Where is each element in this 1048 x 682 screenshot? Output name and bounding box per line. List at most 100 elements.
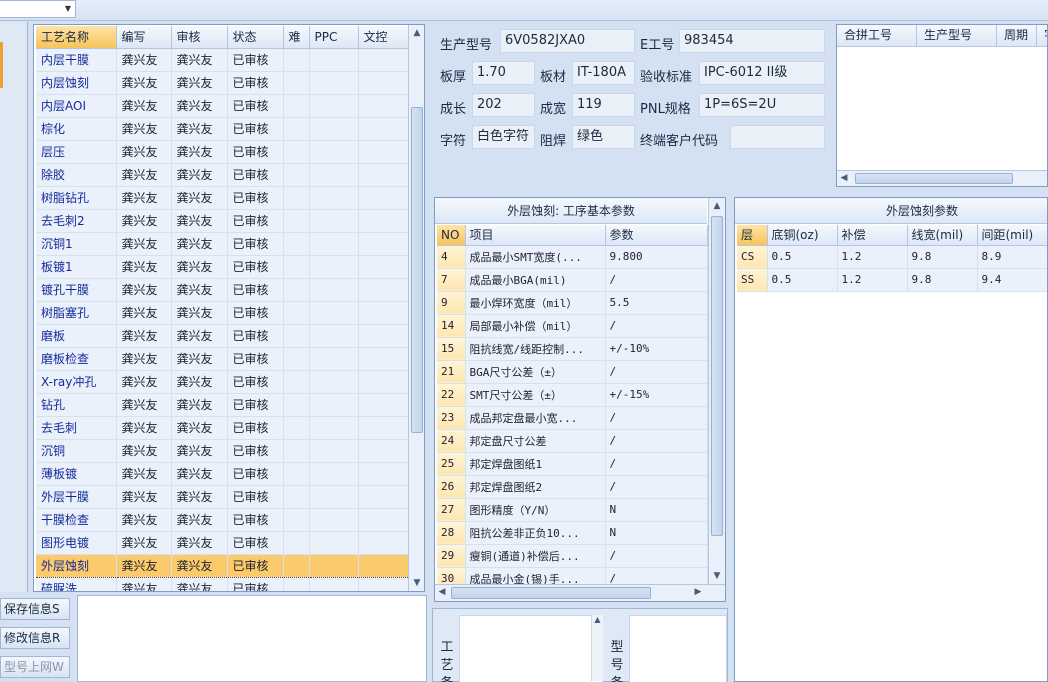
table-row[interactable]: 14 局部最小补偿（mil） /: [437, 314, 708, 338]
ppc-cell[interactable]: [309, 186, 359, 210]
process-name-cell[interactable]: 去毛刺: [36, 416, 117, 440]
ppc-cell[interactable]: [309, 301, 359, 325]
table-row[interactable]: 25 邦定焊盘图纸1/: [437, 452, 708, 476]
table-row[interactable]: 26 邦定焊盘图纸2/: [437, 475, 708, 499]
difficulty-cell[interactable]: [283, 370, 310, 394]
writer-cell[interactable]: 龚兴友: [116, 393, 172, 417]
param-no-cell[interactable]: 4: [437, 245, 466, 269]
reviewer-cell[interactable]: 龚兴友: [171, 209, 228, 233]
difficulty-cell[interactable]: [283, 347, 310, 371]
difficulty-cell[interactable]: [283, 531, 310, 555]
difficulty-cell[interactable]: [283, 94, 310, 118]
ppc-cell[interactable]: [309, 232, 359, 256]
reviewer-cell[interactable]: 龚兴友: [171, 347, 228, 371]
param-value-cell[interactable]: +/-15%: [605, 383, 708, 407]
etch-width-cell[interactable]: 9.8: [907, 268, 978, 292]
difficulty-cell[interactable]: [283, 278, 310, 302]
reviewer-cell[interactable]: 龚兴友: [171, 485, 228, 509]
status-cell[interactable]: 已审核: [227, 232, 284, 256]
param-item-cell[interactable]: SMT尺寸公差（±）: [465, 383, 606, 407]
params-hscroll-thumb[interactable]: [451, 587, 651, 599]
param-item-cell[interactable]: 瘦铜(通道)补偿后...: [465, 544, 606, 568]
model-remark-box[interactable]: [629, 615, 727, 682]
param-item-cell[interactable]: 邦定焊盘图纸2: [465, 475, 606, 499]
notes-area[interactable]: [77, 595, 427, 682]
param-item-cell[interactable]: 成品最小SMT宽度(...: [465, 245, 606, 269]
process-name-cell[interactable]: 去毛刺2: [36, 209, 117, 233]
ppc-cell[interactable]: [309, 163, 359, 187]
reviewer-cell[interactable]: 龚兴友: [171, 301, 228, 325]
status-cell[interactable]: 已审核: [227, 531, 284, 555]
param-no-cell[interactable]: 29: [437, 544, 466, 568]
process-col-header[interactable]: 编写: [116, 26, 172, 49]
writer-cell[interactable]: 龚兴友: [116, 301, 172, 325]
mask-field[interactable]: 绿色: [572, 125, 635, 149]
length-field[interactable]: 202: [472, 93, 535, 117]
table-row[interactable]: 21 BGA尺寸公差（±） /: [437, 360, 708, 384]
ppc-cell[interactable]: [309, 439, 359, 463]
doc-control-cell[interactable]: [358, 577, 409, 591]
writer-cell[interactable]: 龚兴友: [116, 278, 172, 302]
process-grid-vscroll-thumb[interactable]: [411, 107, 423, 433]
writer-cell[interactable]: 龚兴友: [116, 71, 172, 95]
difficulty-cell[interactable]: [283, 255, 310, 279]
param-item-cell[interactable]: 阻抗公差非正负10...: [465, 521, 606, 545]
param-value-cell[interactable]: /: [605, 268, 708, 292]
params-col-header[interactable]: 项目: [465, 225, 606, 246]
merge-col-extra[interactable]: 字: [1037, 25, 1047, 47]
difficulty-cell[interactable]: [283, 393, 310, 417]
param-item-cell[interactable]: 邦定盘尺寸公差: [465, 429, 606, 453]
etch-col-header[interactable]: 补偿: [837, 225, 908, 246]
merge-hscroll-thumb[interactable]: [855, 173, 1013, 184]
modify-info-button[interactable]: 修改信息R: [0, 627, 70, 649]
writer-cell[interactable]: 龚兴友: [116, 140, 172, 164]
etch-spacing-cell[interactable]: 9.4: [977, 268, 1047, 292]
status-cell[interactable]: 已审核: [227, 163, 284, 187]
table-row[interactable]: 层压 龚兴友 龚兴友 已审核: [36, 140, 409, 164]
ppc-cell[interactable]: [309, 553, 359, 578]
process-name-cell[interactable]: 内层干膜: [36, 48, 117, 72]
doc-control-cell[interactable]: [358, 117, 409, 141]
status-cell[interactable]: 已审核: [227, 485, 284, 509]
writer-cell[interactable]: 龚兴友: [116, 485, 172, 509]
table-row[interactable]: 外层干膜 龚兴友 龚兴友 已审核: [36, 485, 409, 509]
scroll-left-icon[interactable]: ◀: [837, 171, 851, 186]
process-name-cell[interactable]: 棕化: [36, 117, 117, 141]
table-row[interactable]: 树脂钻孔 龚兴友 龚兴友 已审核: [36, 186, 409, 210]
writer-cell[interactable]: 龚兴友: [116, 577, 172, 591]
difficulty-cell[interactable]: [283, 439, 310, 463]
standard-field[interactable]: IPC-6012 II级: [699, 61, 825, 85]
param-value-cell[interactable]: /: [605, 314, 708, 338]
writer-cell[interactable]: 龚兴友: [116, 553, 172, 578]
ppc-cell[interactable]: [309, 48, 359, 72]
status-cell[interactable]: 已审核: [227, 347, 284, 371]
process-col-header[interactable]: 工艺名称: [36, 26, 117, 49]
difficulty-cell[interactable]: [283, 48, 310, 72]
param-no-cell[interactable]: 27: [437, 498, 466, 522]
table-row[interactable]: 镀孔干膜 龚兴友 龚兴友 已审核: [36, 278, 409, 302]
param-value-cell[interactable]: N: [605, 498, 708, 522]
ppc-cell[interactable]: [309, 117, 359, 141]
table-row[interactable]: X-ray冲孔 龚兴友 龚兴友 已审核: [36, 370, 409, 394]
doc-control-cell[interactable]: [358, 531, 409, 555]
dropdown-arrow-icon[interactable]: ▼: [65, 4, 71, 13]
table-row[interactable]: 去毛刺 龚兴友 龚兴友 已审核: [36, 416, 409, 440]
reviewer-cell[interactable]: 龚兴友: [171, 71, 228, 95]
ppc-cell[interactable]: [309, 209, 359, 233]
param-item-cell[interactable]: 阻抗线宽/线距控制...: [465, 337, 606, 361]
ppc-cell[interactable]: [309, 347, 359, 371]
process-name-cell[interactable]: 内层蚀刻: [36, 71, 117, 95]
process-name-cell[interactable]: 沉铜1: [36, 232, 117, 256]
customer-field[interactable]: [730, 125, 825, 149]
ppc-cell[interactable]: [309, 370, 359, 394]
param-no-cell[interactable]: 28: [437, 521, 466, 545]
doc-control-cell[interactable]: [358, 278, 409, 302]
scroll-down-icon[interactable]: ▼: [409, 575, 424, 591]
difficulty-cell[interactable]: [283, 301, 310, 325]
process-name-cell[interactable]: 磨板: [36, 324, 117, 348]
ppc-cell[interactable]: [309, 278, 359, 302]
top-combo-box[interactable]: ▼: [0, 0, 76, 18]
param-value-cell[interactable]: 9.800: [605, 245, 708, 269]
status-cell[interactable]: 已审核: [227, 209, 284, 233]
param-value-cell[interactable]: /: [605, 544, 708, 568]
